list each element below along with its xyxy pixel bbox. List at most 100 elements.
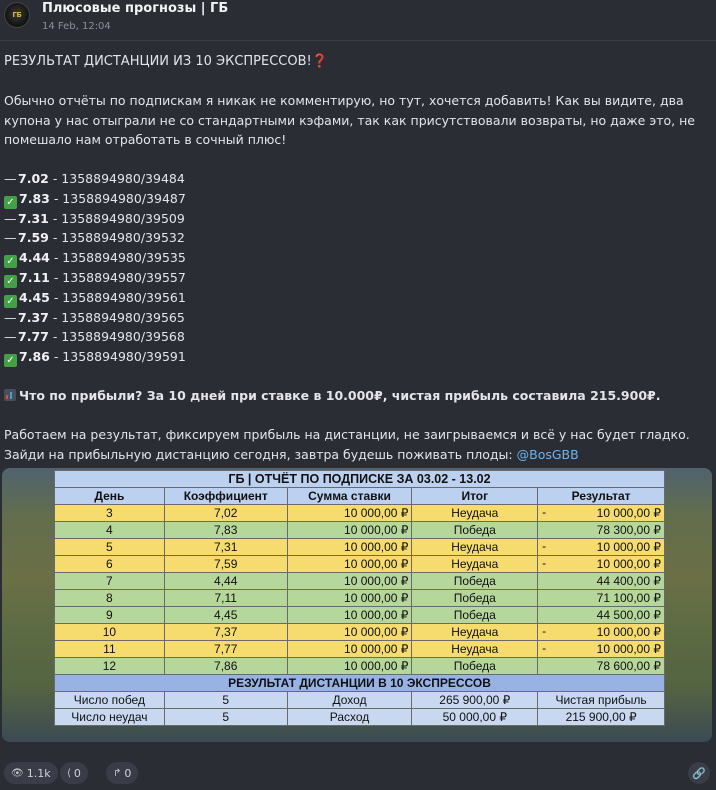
result-value: 10 000,00 ₽ xyxy=(596,506,661,520)
eye-icon: 👁 xyxy=(11,767,24,779)
check-icon: ✓ xyxy=(4,294,17,308)
outro-text: Работаем на результат, фиксируем прибыль… xyxy=(4,427,690,462)
report-image[interactable]: ГБ | ОТЧЁТ ПО ПОДПИСКЕ ЗА 03.02 - 13.02 … xyxy=(2,468,712,742)
share-icon: ⟨ xyxy=(67,767,71,779)
cell-day: 4 xyxy=(54,521,165,539)
summary-extra: Чистая прибыль xyxy=(537,691,665,709)
result-sign: - xyxy=(542,505,547,519)
cell-stake: 10 000,00 ₽ xyxy=(286,555,413,573)
bet-id: - 1358894980/39591 xyxy=(53,348,186,364)
report-row: 11 7,77 10 000,00 ₽ Неудача -10 000,00 ₽ xyxy=(54,640,665,658)
cell-result: - 10 000,00 ₽ xyxy=(537,538,665,556)
result-sign: - xyxy=(542,539,547,553)
cell-coef: 7,11 xyxy=(163,589,288,607)
bet-coefficient: 7.37 xyxy=(18,309,49,325)
result-sign: - xyxy=(542,641,547,655)
result-value: 44 500,00 ₽ xyxy=(596,608,661,622)
cell-stake: 10 000,00 ₽ xyxy=(286,572,413,590)
chart-icon xyxy=(4,389,16,401)
cell-stake: 10 000,00 ₽ xyxy=(286,606,413,624)
result-value: 10 000,00 ₽ xyxy=(596,557,661,571)
report-table: ГБ | ОТЧЁТ ПО ПОДПИСКЕ ЗА 03.02 - 13.02 … xyxy=(54,470,665,726)
channel-title[interactable]: Плюсовые прогнозы | ГБ xyxy=(42,1,228,16)
summary-money: 50 000,00 ₽ xyxy=(411,708,539,726)
post-outro: Работаем на результат, фиксируем прибыль… xyxy=(4,425,704,464)
cell-stake: 10 000,00 ₽ xyxy=(286,538,413,556)
mention-link[interactable]: @BosGBB xyxy=(517,447,579,462)
cell-outcome: Неудача xyxy=(411,555,539,573)
bet-coefficient: 7.77 xyxy=(18,329,49,344)
dash-icon: — xyxy=(4,171,17,186)
bet-line: —7.37 - 1358894980/39565 xyxy=(4,308,704,328)
bet-id: - 1358894980/39509 xyxy=(52,210,185,226)
cell-coef: 7,31 xyxy=(163,538,288,556)
cell-result: 44 500,00 ₽ xyxy=(537,606,665,624)
report-row: 5 7,31 10 000,00 ₽ Неудача -10 000,00 ₽ xyxy=(54,538,665,556)
cell-day: 6 xyxy=(54,555,165,573)
cell-result: - 10 000,00 ₽ xyxy=(537,555,665,573)
result-value: 78 300,00 ₽ xyxy=(596,523,661,537)
result-value: 44 400,00 ₽ xyxy=(596,574,661,588)
summary-title: РЕЗУЛЬТАТ ДИСТАНЦИИ В 10 ЭКСПРЕССОВ xyxy=(54,674,665,692)
post-footer: 👁 1.1k ⟨ 0 ↱ 0 🔗 xyxy=(0,762,716,786)
result-value: 10 000,00 ₽ xyxy=(596,625,661,639)
profit-line: Что по прибыли? За 10 дней при ставке в … xyxy=(4,386,704,406)
cell-result: - 10 000,00 ₽ xyxy=(537,640,665,658)
result-value: 78 600,00 ₽ xyxy=(596,659,661,673)
forward-icon: ↱ xyxy=(113,767,122,779)
cell-stake: 10 000,00 ₽ xyxy=(286,521,413,539)
summary-label: Число побед xyxy=(54,691,165,709)
headline-text: РЕЗУЛЬТАТ ДИСТАНЦИИ ИЗ 10 ЭКСПРЕССОВ! xyxy=(4,54,312,69)
cell-coef: 7,83 xyxy=(163,521,288,539)
cell-outcome: Победа xyxy=(411,589,539,607)
dash-icon: — xyxy=(4,230,17,245)
cell-stake: 10 000,00 ₽ xyxy=(286,657,413,675)
bet-line: —7.59 - 1358894980/39532 xyxy=(4,228,704,248)
cell-day: 5 xyxy=(54,538,165,556)
cell-stake: 10 000,00 ₽ xyxy=(286,589,413,607)
bet-coefficient: 7.59 xyxy=(18,230,49,245)
check-icon: ✓ xyxy=(4,195,17,209)
bet-coefficient: 7.02 xyxy=(18,171,49,186)
cell-stake: 10 000,00 ₽ xyxy=(286,504,413,522)
cell-outcome: Победа xyxy=(411,572,539,590)
report-row: 10 7,37 10 000,00 ₽ Неудача -10 000,00 ₽ xyxy=(54,623,665,641)
check-icon: ✓ xyxy=(4,274,17,288)
channel-avatar[interactable]: ГБ xyxy=(4,2,30,28)
result-sign: - xyxy=(542,624,547,638)
bet-coefficient: 7.11 xyxy=(19,269,50,285)
forward-count: 0 xyxy=(124,766,132,780)
share-count: 0 xyxy=(73,766,81,780)
post-intro: Обычно отчёты по подпискам я никак не ко… xyxy=(4,93,695,147)
col-header-result: Результат xyxy=(537,487,665,505)
bet-id: - 1358894980/39532 xyxy=(52,230,185,245)
bet-id: - 1358894980/39535 xyxy=(53,249,186,265)
cell-coef: 4,44 xyxy=(163,572,288,590)
check-icon: ✓ xyxy=(4,353,17,367)
cell-result: 71 100,00 ₽ xyxy=(537,589,665,607)
bet-id: - 1358894980/39557 xyxy=(53,269,186,285)
report-row: 4 7,83 10 000,00 ₽ Победа 78 300,00 ₽ xyxy=(54,521,665,539)
question-emoji-icon: ❓ xyxy=(311,54,328,69)
col-header-stake: Сумма ставки xyxy=(286,487,413,505)
bet-id: - 1358894980/39487 xyxy=(53,190,186,206)
result-value: 10 000,00 ₽ xyxy=(596,540,661,554)
copy-link-button[interactable]: 🔗 xyxy=(688,762,710,784)
cell-day: 12 xyxy=(54,657,165,675)
bet-coefficient: 4.45 xyxy=(19,289,50,305)
summary-count: 5 xyxy=(163,708,288,726)
report-row: 8 7,11 10 000,00 ₽ Победа 71 100,00 ₽ xyxy=(54,589,665,607)
cell-day: 7 xyxy=(54,572,165,590)
summary-row: Число неудач 5 Расход 50 000,00 ₽ 215 90… xyxy=(54,708,665,726)
report-row: 12 7,86 10 000,00 ₽ Победа 78 600,00 ₽ xyxy=(54,657,665,675)
bet-coefficient: 4.44 xyxy=(19,249,50,265)
share-button[interactable]: ⟨ 0 xyxy=(60,762,88,784)
cell-outcome: Неудача xyxy=(411,623,539,641)
cell-outcome: Неудача xyxy=(411,504,539,522)
check-icon: ✓ xyxy=(4,254,17,268)
summary-extra: 215 900,00 ₽ xyxy=(537,708,665,726)
bet-line: —7.77 - 1358894980/39568 xyxy=(4,327,704,347)
forward-button[interactable]: ↱ 0 xyxy=(106,762,139,784)
bet-line: —7.02 - 1358894980/39484 xyxy=(4,169,704,189)
dash-icon: — xyxy=(4,309,17,325)
